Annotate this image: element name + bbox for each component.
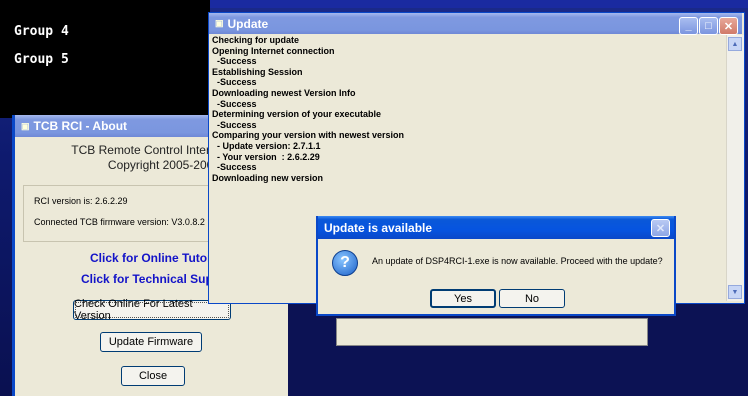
log-line: -Success [212, 119, 257, 130]
log-line: Downloading newest Version Info [212, 87, 356, 98]
group-item-4[interactable]: Group 4 [14, 24, 69, 39]
close-icon[interactable]: ✕ [651, 219, 670, 237]
app-icon: ▣ [21, 120, 30, 131]
log-line: -Success [212, 162, 257, 173]
log-line: -Success [212, 56, 257, 67]
update-title: Update [227, 16, 269, 31]
log-line: Comparing your version with newest versi… [212, 130, 405, 141]
vertical-scrollbar[interactable]: ▲ ▼ [726, 35, 744, 301]
log-line: - Update version: 2.7.1.1 [212, 140, 321, 151]
online-tutorial-link[interactable]: Click for Online Tutoria [90, 251, 222, 265]
close-button[interactable]: Close [121, 366, 185, 386]
maximize-icon[interactable]: □ [699, 17, 718, 35]
about-title: TCB RCI - About [33, 119, 128, 133]
scroll-down-icon[interactable]: ▼ [728, 285, 742, 299]
no-button[interactable]: No [499, 289, 565, 308]
dialog-title-bar[interactable]: Update is available ✕ [318, 216, 674, 239]
technical-support-link[interactable]: Click for Technical Supp [81, 272, 220, 286]
about-copyright-line: Copyright 2005-2007 [107, 158, 220, 172]
yes-button[interactable]: Yes [430, 289, 496, 308]
log-line: -Success [212, 77, 257, 88]
app-icon: ▣ [215, 18, 224, 28]
minimize-icon[interactable]: _ [679, 17, 698, 35]
log-line: -Success [212, 98, 257, 109]
background-status-box [336, 318, 648, 346]
group-item-5[interactable]: Group 5 [14, 52, 69, 67]
log-line: Downloading new version [212, 172, 324, 183]
rci-version: RCI version is: 2.6.2.29 [34, 196, 128, 206]
dialog-message: An update of DSP4RCI-1.exe is now availa… [372, 256, 663, 266]
scroll-up-icon[interactable]: ▲ [728, 37, 742, 51]
close-icon[interactable]: ✕ [719, 17, 738, 35]
log-line: Establishing Session [212, 66, 303, 77]
update-available-dialog: Update is available ✕ ? An update of DSP… [316, 216, 676, 316]
dialog-title: Update is available [324, 220, 433, 235]
log-line: Checking for update [212, 35, 300, 45]
about-product-name: TCB Remote Control Interfa [71, 143, 220, 157]
question-icon: ? [332, 250, 358, 276]
update-title-bar[interactable]: ▣ Update _ □ ✕ [209, 13, 742, 35]
log-line: Determining version of your executable [212, 109, 382, 120]
firmware-version: Connected TCB firmware version: V3.0.8.2 [34, 217, 205, 227]
update-firmware-button[interactable]: Update Firmware [100, 332, 202, 352]
log-line: Opening Internet connection [212, 45, 335, 56]
log-line: - Your version : 2.6.2.29 [212, 151, 320, 162]
